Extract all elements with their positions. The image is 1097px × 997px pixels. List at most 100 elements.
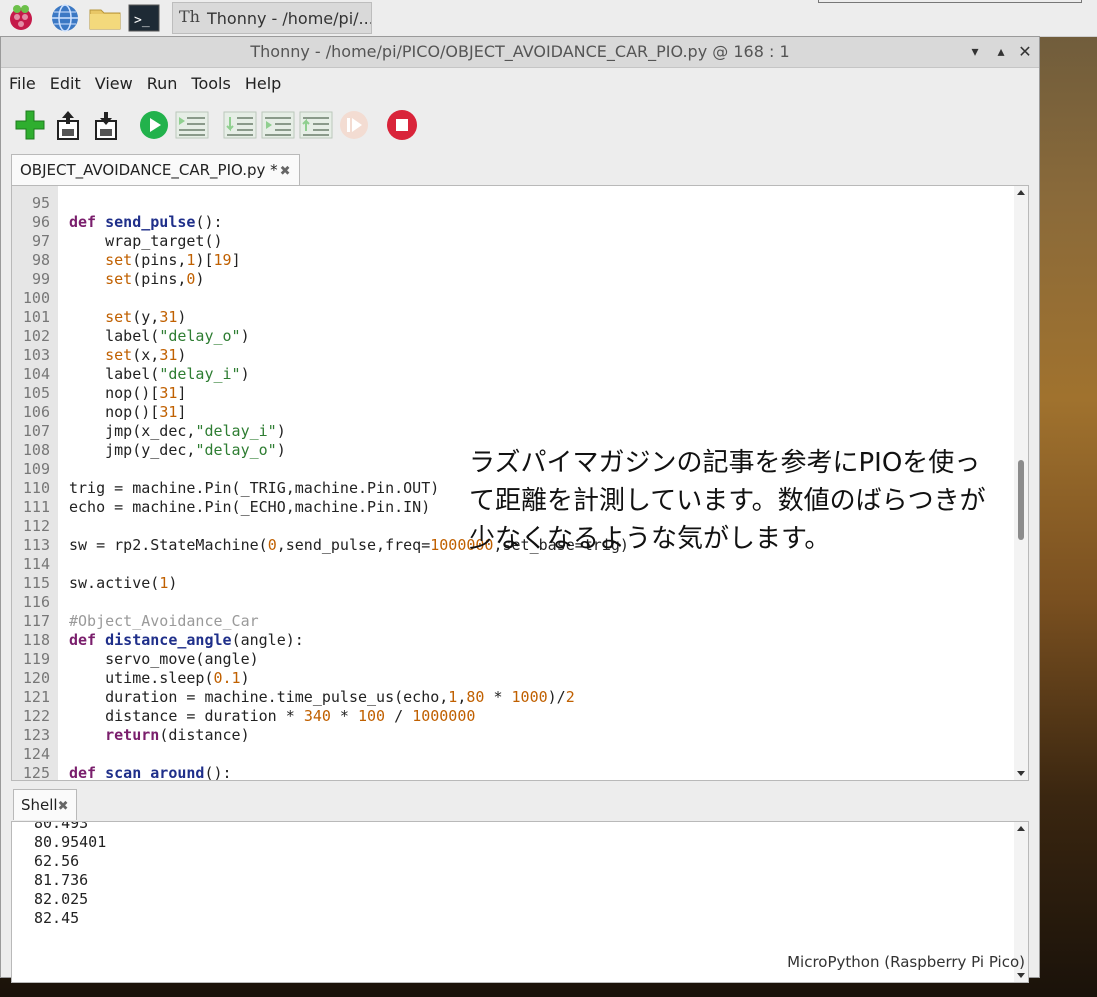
line-number: 97 [31,232,50,250]
line-number: 100 [22,289,50,307]
scroll-down-icon[interactable] [1017,973,1025,978]
line-number: 112 [22,517,50,535]
scroll-up-icon[interactable] [1017,190,1025,195]
line-number: 123 [22,726,50,744]
shell-tab[interactable]: Shell✖ [13,789,77,820]
terminal-icon[interactable]: >_ [128,3,160,33]
line-number: 121 [22,688,50,706]
save-file-button[interactable] [89,107,123,143]
step-over-icon [223,111,257,139]
editor-tab-label: OBJECT_AVOIDANCE_CAR_PIO.py * [20,161,278,179]
line-number: 95 [31,194,50,212]
taskbar-thonny-task[interactable]: Th Thonny - /home/pi/... [172,2,372,34]
code-text: def scan_around(): [69,764,232,780]
menu-run[interactable]: Run [139,71,184,97]
stop-button[interactable] [385,107,419,143]
line-number: 122 [22,707,50,725]
line-number: 115 [22,574,50,592]
svg-text:>_: >_ [134,13,150,28]
scroll-up-icon[interactable] [1017,826,1025,831]
line-number: 101 [22,308,50,326]
line-number: 113 [22,536,50,554]
code-text: set(y,31) [105,308,187,326]
line-number: 120 [22,669,50,687]
code-editor[interactable]: 95 96 def send_pulse(): 97 wrap_target() 98 … [11,185,1029,781]
open-icon [57,111,79,140]
taskbar-task-label: Thonny - /home/pi/... [207,8,372,28]
menu-edit[interactable]: Edit [42,71,87,97]
scrollbar-thumb[interactable] [1018,460,1024,540]
new-file-button[interactable] [13,107,47,143]
desktop-taskbar: >_ Th Thonny - /home/pi/... [0,0,1097,37]
step-into-button[interactable] [261,107,295,143]
interpreter-status[interactable]: MicroPython (Raspberry Pi Pico) [787,953,1025,971]
resume-icon [340,111,368,139]
shell-output-line: 81.736 [34,871,89,889]
code-text: set(pins,1)[19] [105,251,241,269]
maximize-button[interactable]: ▴ [991,37,1011,67]
code-text: return(distance) [105,726,250,744]
line-number: 105 [22,384,50,402]
close-button[interactable]: ✕ [1015,37,1035,67]
line-number: 117 [22,612,50,630]
play-icon [140,111,168,139]
open-file-button[interactable] [51,107,85,143]
line-number: 103 [22,346,50,364]
taskbar-tray-frame [818,0,1082,3]
resume-button[interactable] [337,107,371,143]
code-text: trig = machine.Pin(_TRIG,machine.Pin.OUT… [69,479,440,497]
raspberry-menu-icon[interactable] [6,3,36,33]
line-number: 106 [22,403,50,421]
shell-output-line: 80.95401 [34,833,107,851]
code-text: sw.active(1) [69,574,178,592]
scroll-down-icon[interactable] [1017,771,1025,776]
shell-output-line: 82.45 [34,909,80,927]
folder-icon[interactable] [88,3,121,33]
step-out-button[interactable] [299,107,333,143]
line-number: 118 [22,631,50,649]
shell-output-line: 80.493 [34,821,89,832]
window-title: Thonny - /home/pi/PICO/OBJECT_AVOIDANCE_… [250,42,790,61]
run-button[interactable] [137,107,171,143]
annotation-note: ラズパイマガジンの記事を参考にPIOを使って距離を計測しています。数値のばらつき… [469,448,986,554]
thonny-icon: Th [179,6,201,30]
line-number: 98 [31,251,50,269]
code-text: duration = machine.time_pulse_us(echo,1,… [69,688,575,706]
editor-scrollbar[interactable] [1014,186,1028,780]
code-text: servo_move(angle) [69,650,259,668]
step-over-button[interactable] [223,107,257,143]
code-text: jmp(y_dec,"delay_o") [69,441,286,459]
line-number: 102 [22,327,50,345]
code-text: wrap_target() [69,232,223,250]
editor-tab[interactable]: OBJECT_AVOIDANCE_CAR_PIO.py * ✖ [11,154,300,185]
line-number: 116 [22,593,50,611]
menu-view[interactable]: View [87,71,139,97]
line-number: 96 [31,213,50,231]
line-number: 99 [31,270,50,288]
menu-tools[interactable]: Tools [183,71,236,97]
window-titlebar[interactable]: Thonny - /home/pi/PICO/OBJECT_AVOIDANCE_… [1,37,1039,68]
close-tab-icon[interactable]: ✖ [280,164,291,179]
minimize-button[interactable]: ▾ [965,37,985,67]
code-text: utime.sleep(0.1) [69,669,250,687]
menu-help[interactable]: Help [237,71,287,97]
line-number: 111 [22,498,50,516]
thonny-window: Thonny - /home/pi/PICO/OBJECT_AVOIDANCE_… [0,36,1040,983]
code-text: def distance_angle(angle): [69,631,304,649]
debug-button[interactable] [175,107,209,143]
svg-text:Th: Th [179,7,200,26]
debug-icon [175,111,209,139]
plus-icon [15,110,45,140]
code-text: echo = machine.Pin(_ECHO,machine.Pin.IN) [69,498,431,516]
shell-output-line: 82.025 [34,890,89,908]
stop-icon [387,110,417,140]
line-number: 107 [22,422,50,440]
shell-tab-label: Shell [21,796,58,814]
close-shell-tab-icon[interactable]: ✖ [58,799,69,814]
code-text: label("delay_i") [69,365,250,383]
menubar: File Edit View Run Tools Help [1,71,287,97]
step-into-icon [261,111,295,139]
globe-icon[interactable] [50,3,80,33]
line-number: 110 [22,479,50,497]
menu-file[interactable]: File [1,71,42,97]
